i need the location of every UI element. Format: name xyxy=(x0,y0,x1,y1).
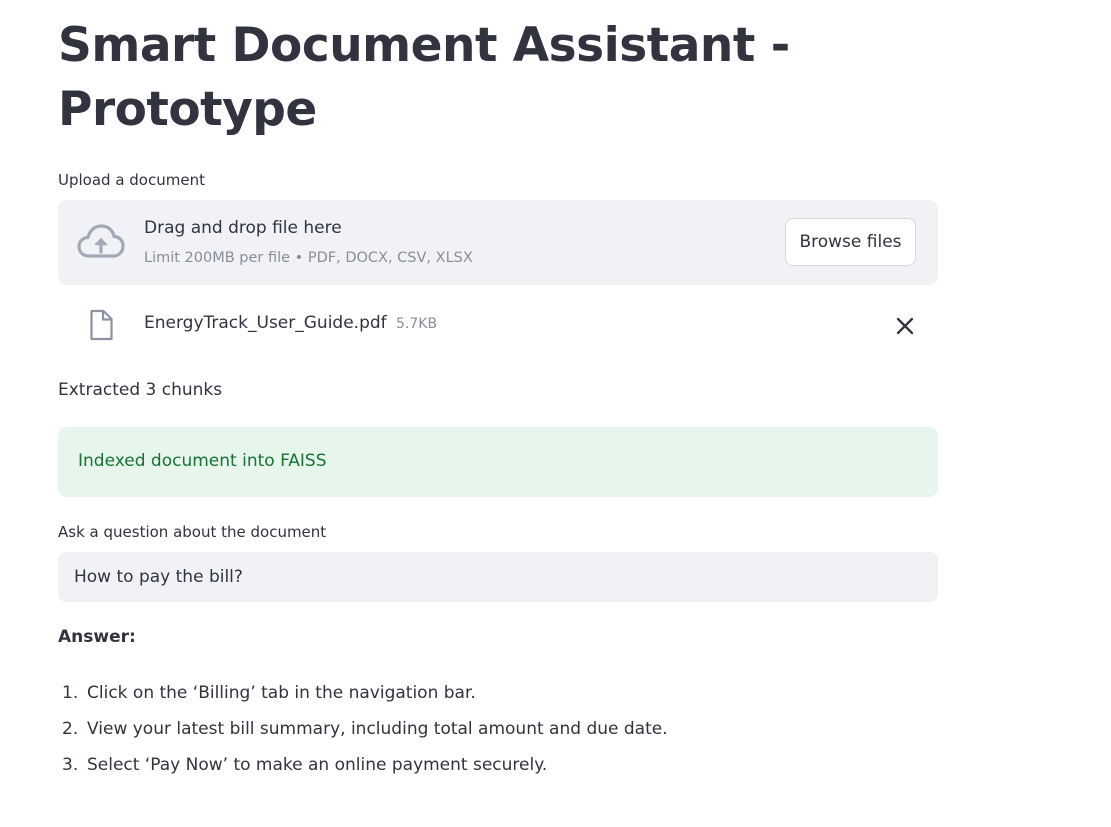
question-input[interactable] xyxy=(58,552,938,602)
page-title: Smart Document Assistant - Prototype xyxy=(58,18,790,137)
list-item-text: Click on the ‘Billing’ tab in the naviga… xyxy=(87,683,476,703)
list-item: 1. Click on the ‘Billing’ tab in the nav… xyxy=(58,681,938,717)
list-item-number: 2. xyxy=(62,719,79,739)
file-name: EnergyTrack_User_Guide.pdf xyxy=(144,313,387,333)
file-icon xyxy=(88,309,114,341)
list-item: 3. Select ‘Pay Now’ to make an online pa… xyxy=(58,753,938,789)
browse-files-button[interactable]: Browse files xyxy=(785,218,916,266)
dropzone-instructions: Drag and drop file here xyxy=(144,218,342,238)
close-icon[interactable] xyxy=(894,315,916,337)
success-message: Indexed document into FAISS xyxy=(78,451,327,471)
chunks-status: Extracted 3 chunks xyxy=(58,380,223,400)
file-dropzone[interactable]: Drag and drop file here Limit 200MB per … xyxy=(58,200,938,285)
list-item-number: 3. xyxy=(62,755,79,775)
success-alert: Indexed document into FAISS xyxy=(58,427,938,497)
question-label: Ask a question about the document xyxy=(58,523,327,541)
cloud-upload-icon xyxy=(77,223,125,261)
file-size: 5.7KB xyxy=(396,316,438,332)
list-item: 2. View your latest bill summary, includ… xyxy=(58,717,938,753)
list-item-number: 1. xyxy=(62,683,79,703)
upload-label: Upload a document xyxy=(58,171,205,189)
list-item-text: View your latest bill summary, including… xyxy=(87,719,668,739)
answer-list: 1. Click on the ‘Billing’ tab in the nav… xyxy=(58,681,938,789)
uploaded-file-row: EnergyTrack_User_Guide.pdf 5.7KB xyxy=(58,300,938,350)
list-item-text: Select ‘Pay Now’ to make an online payme… xyxy=(87,755,548,775)
dropzone-limit-text: Limit 200MB per file • PDF, DOCX, CSV, X… xyxy=(144,250,473,266)
answer-heading: Answer: xyxy=(58,627,136,647)
